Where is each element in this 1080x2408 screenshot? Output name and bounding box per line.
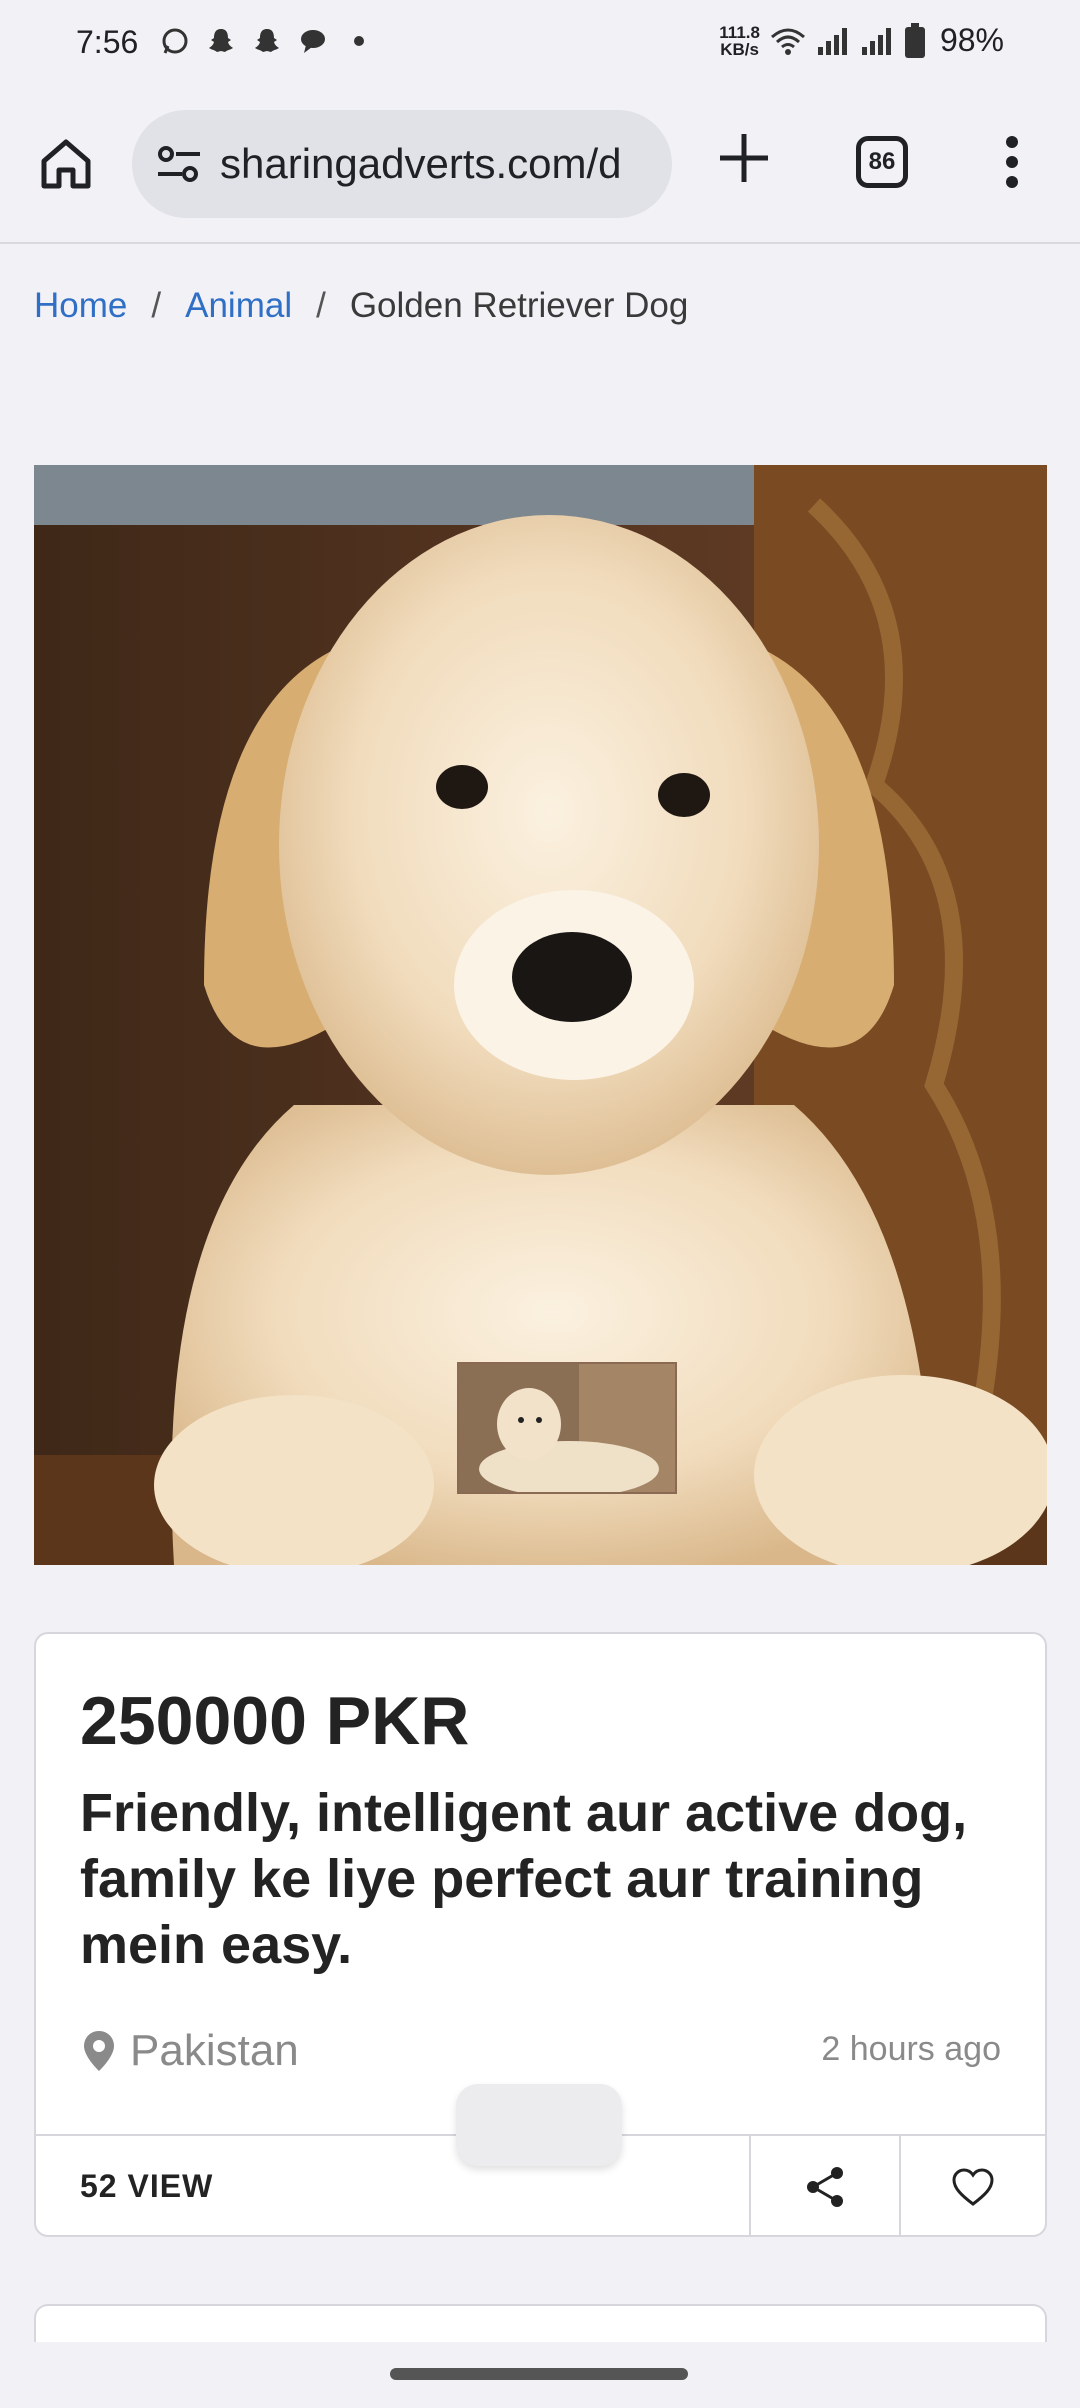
- breadcrumb-separator: /: [151, 286, 162, 325]
- home-icon[interactable]: [36, 134, 96, 194]
- network-speed: 111.8 KB/s: [719, 24, 760, 58]
- map-pin-icon: [84, 2031, 114, 2071]
- share-button[interactable]: [749, 2136, 899, 2237]
- photo-thumbnail[interactable]: [457, 1362, 677, 1494]
- puppy-thumbnail-illustration: [459, 1364, 675, 1492]
- gesture-handle[interactable]: [390, 2368, 688, 2380]
- notification-icons: [160, 26, 374, 56]
- listing-price: 250000 PKR: [80, 1683, 470, 1759]
- listing-photo[interactable]: [34, 465, 1047, 1565]
- listing-title: Friendly, intelligent aur active dog, fa…: [80, 1783, 968, 1975]
- floating-pill[interactable]: [456, 2084, 622, 2166]
- url-text[interactable]: sharingadverts.com/d: [220, 140, 622, 188]
- more-vert-icon[interactable]: [1000, 132, 1024, 192]
- view-count: 52 VIEW: [80, 2168, 214, 2204]
- signal-icon: [861, 27, 891, 55]
- favorite-button[interactable]: [899, 2136, 1045, 2237]
- address-bar[interactable]: sharingadverts.com/d: [132, 110, 672, 218]
- breadcrumb-animal-link[interactable]: Animal: [185, 286, 292, 326]
- tune-icon[interactable]: [156, 144, 202, 184]
- battery-icon: [904, 22, 925, 58]
- battery-percent: 98%: [939, 22, 1004, 58]
- plus-icon[interactable]: [716, 130, 772, 186]
- breadcrumb-separator: /: [316, 286, 326, 325]
- wifi-icon: [770, 28, 805, 55]
- chat-bubble-icon: [301, 30, 325, 53]
- share-icon: [807, 2166, 843, 2207]
- tab-switcher-button[interactable]: 86: [856, 136, 908, 188]
- breadcrumb-home-link[interactable]: Home: [34, 286, 127, 326]
- breadcrumb: Home / Animal / Golden Retriever Dog: [34, 286, 688, 326]
- whatsapp-icon: [162, 28, 188, 54]
- breadcrumb-current: Golden Retriever Dog: [349, 286, 689, 325]
- snapchat-icon: [255, 29, 279, 52]
- dot-icon: [354, 36, 364, 46]
- net-speed-value: 111.8: [719, 22, 760, 42]
- status-time: 7:56: [76, 24, 139, 60]
- listing-location: Pakistan: [82, 2026, 299, 2076]
- snapchat-icon: [209, 29, 233, 52]
- heart-icon: [952, 2167, 994, 2206]
- status-bar: 7:56 111.8 KB/s 98%: [0, 0, 1080, 90]
- net-speed-unit: KB/s: [720, 39, 759, 59]
- posted-time: 2 hours ago: [821, 2030, 1001, 2068]
- system-icons: 111.8 KB/s 98%: [719, 22, 1004, 59]
- location-text: Pakistan: [130, 2026, 299, 2075]
- browser-toolbar: sharingadverts.com/d 86: [0, 90, 1080, 244]
- signal-icon: [817, 27, 847, 55]
